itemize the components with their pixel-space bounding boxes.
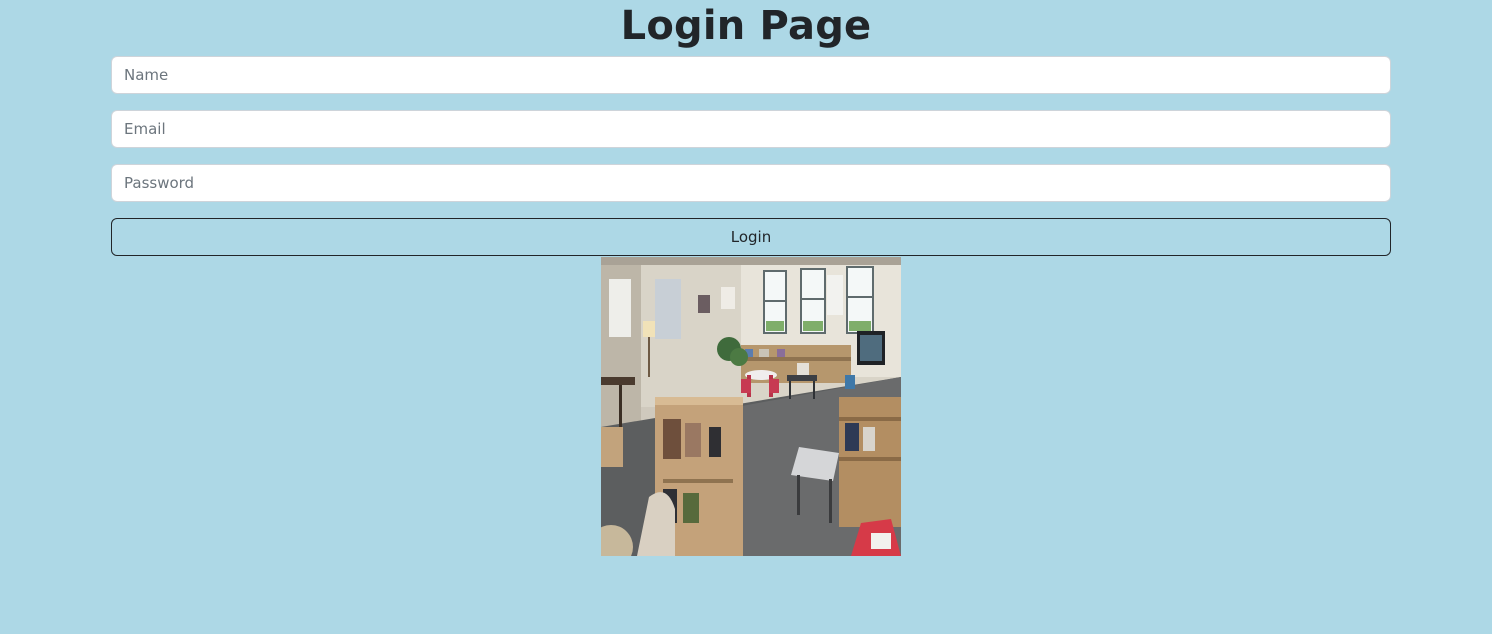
- classroom-illustration: [601, 257, 901, 556]
- email-input[interactable]: [111, 110, 1391, 148]
- password-input[interactable]: [111, 164, 1391, 202]
- login-button[interactable]: Login: [111, 218, 1391, 256]
- name-input[interactable]: [111, 56, 1391, 94]
- page-title: Login Page: [620, 3, 872, 49]
- login-page: Login Page Login: [0, 0, 1492, 634]
- classroom-photo: [601, 257, 901, 556]
